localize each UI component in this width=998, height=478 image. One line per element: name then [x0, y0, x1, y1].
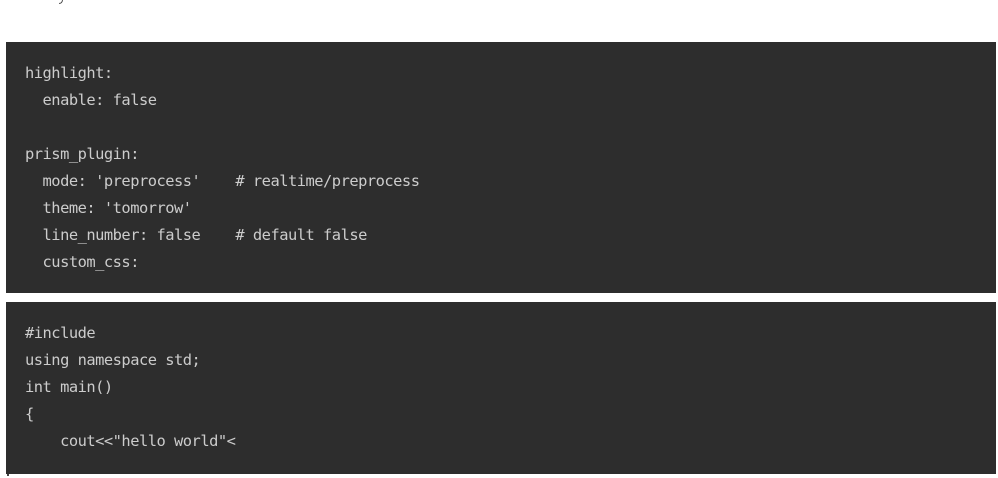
code-line: #include [25, 324, 96, 342]
code-line: prism_plugin: [25, 145, 139, 163]
stray-mark [7, 474, 9, 476]
cut-off-text-fragment [58, 0, 64, 4]
code-content: #include using namespace std; int main(){ … [25, 320, 977, 455]
code-block-cpp-hello-world: #include using namespace std; int main(){ … [6, 302, 996, 474]
code-line: mode: 'preprocess' # realtime/preprocess [25, 172, 420, 190]
code-line: cout<<"hello world"< [25, 432, 236, 450]
code-line: int main() [25, 378, 113, 396]
code-content: highlight: enable: false prism_plugin: mo… [25, 60, 977, 276]
code-line: line_number: false # default false [25, 226, 368, 244]
code-line: enable: false [25, 91, 157, 109]
code-line: custom_css: [25, 253, 140, 271]
code-line: highlight: [25, 64, 113, 82]
code-line: { [25, 405, 34, 423]
code-block-yaml-config: highlight: enable: false prism_plugin: mo… [6, 42, 996, 293]
code-line: using namespace std; [25, 351, 201, 369]
code-line: theme: 'tomorrow' [25, 199, 193, 217]
